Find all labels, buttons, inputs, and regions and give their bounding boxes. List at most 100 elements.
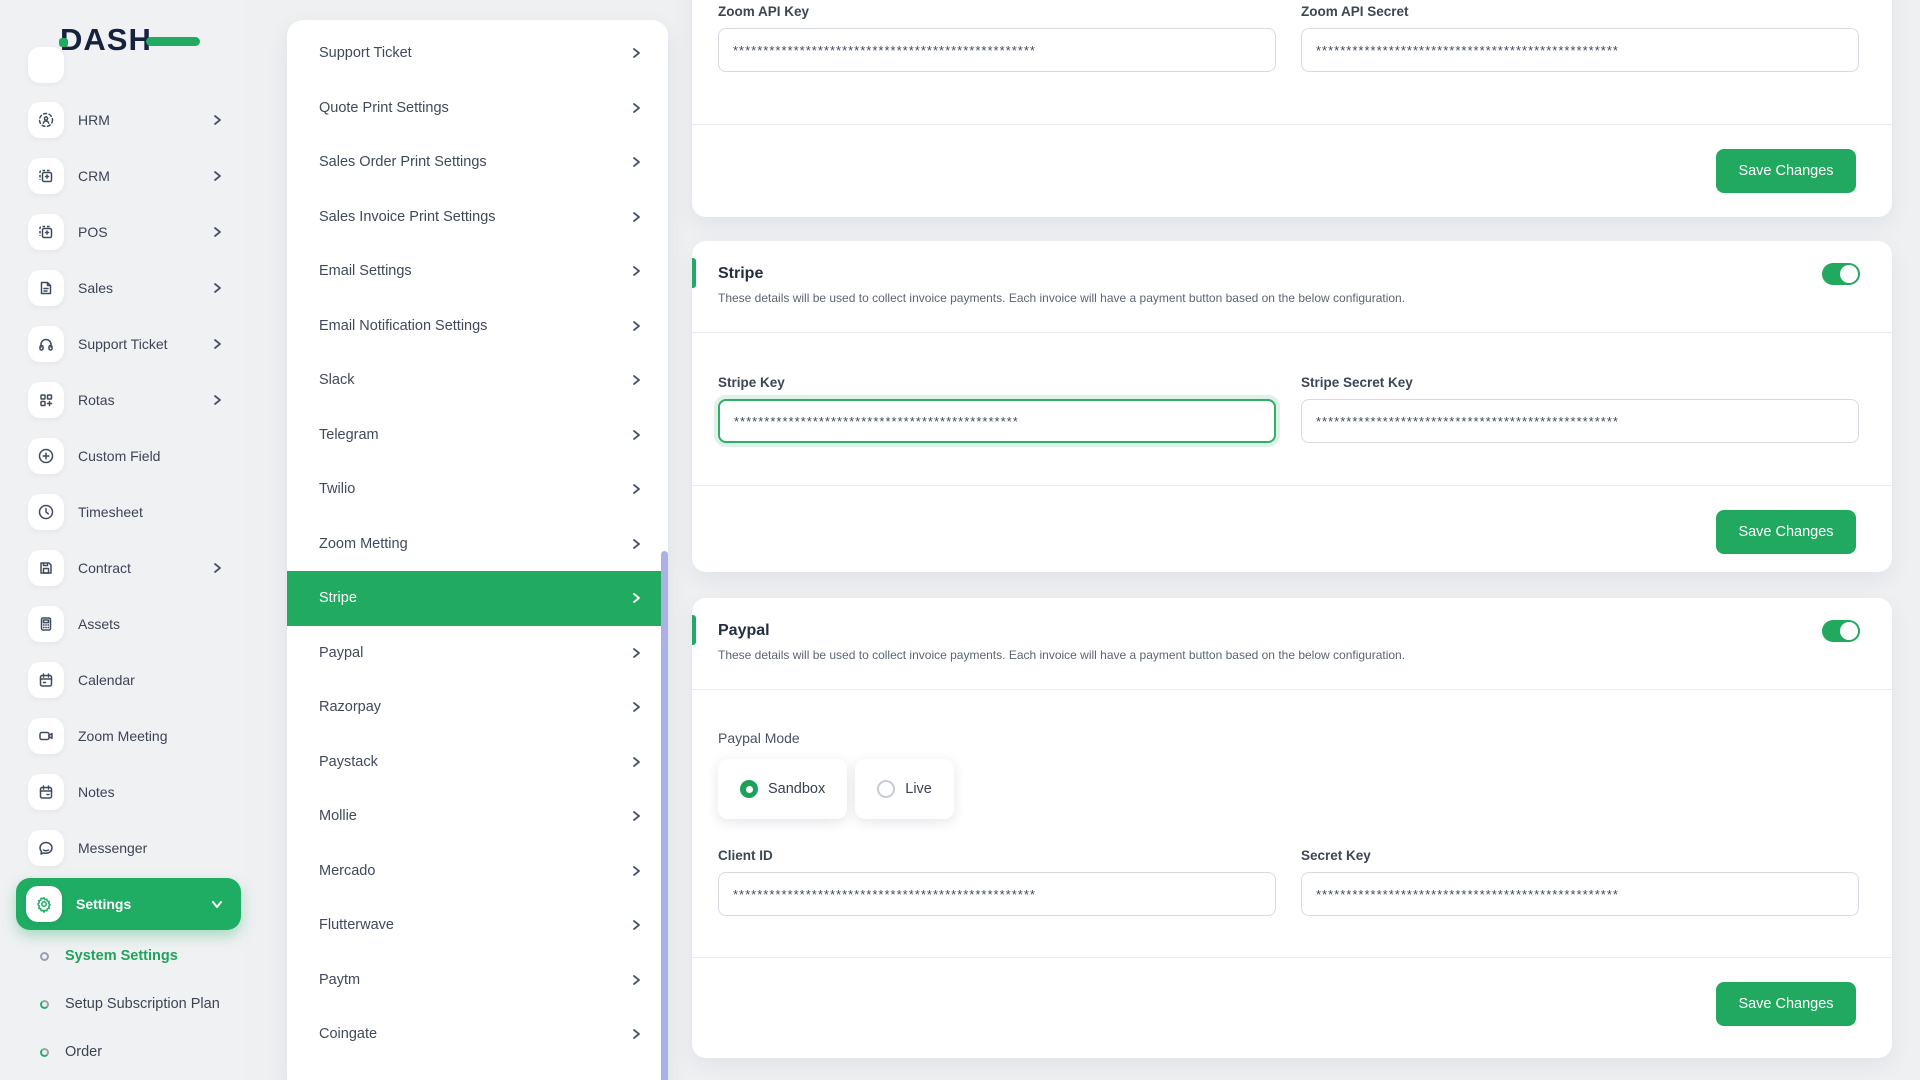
stripe-secret-key-label: Stripe Secret Key (1301, 375, 1413, 390)
chevron-right-icon (633, 157, 640, 168)
stripe-secret-key-input[interactable] (1301, 399, 1859, 443)
paypal-mode-live-option[interactable]: Live (855, 759, 954, 819)
clock-icon (28, 494, 64, 530)
stripe-key-label: Stripe Key (718, 375, 785, 390)
section-accent-bar (692, 258, 696, 288)
stripe-key-input[interactable] (718, 399, 1276, 443)
sidebar-item-support-ticket[interactable]: Support Ticket (0, 316, 245, 372)
video-camera-icon (28, 718, 64, 754)
sidebar-item-notes[interactable]: Notes (0, 764, 245, 820)
menu-item-twilio[interactable]: Twilio (287, 462, 668, 517)
chevron-right-icon (633, 647, 640, 658)
chat-bubble-icon (28, 830, 64, 866)
main-content: Zoom API Key Zoom API Secret Save Change… (692, 0, 1892, 1080)
crm-icon (28, 158, 64, 194)
sidebar-item-timesheet[interactable]: Timesheet (0, 484, 245, 540)
primary-sidebar: DASH HRM CRM POS Sales Support Ticket Ro… (0, 0, 245, 1080)
sidebar-item-crm[interactable]: CRM (0, 148, 245, 204)
grid-plus-icon (28, 382, 64, 418)
menu-item-zoom-metting[interactable]: Zoom Metting (287, 517, 668, 572)
sidebar-subitem-system-settings[interactable]: System Settings (0, 932, 245, 980)
bullet-circle-icon (40, 1047, 49, 1057)
logo-dot-icon (59, 38, 68, 47)
calendar-icon (28, 662, 64, 698)
menu-item-stripe[interactable]: Stripe (287, 571, 668, 626)
bullet-circle-icon (40, 951, 49, 961)
plus-circle-icon (28, 438, 64, 474)
menu-item-sales-order-print-settings[interactable]: Sales Order Print Settings (287, 135, 668, 190)
menu-item-support-ticket[interactable]: Support Ticket (287, 26, 668, 81)
contract-icon (28, 550, 64, 586)
client-id-input[interactable] (718, 872, 1276, 916)
menu-item-email-notification-settings[interactable]: Email Notification Settings (287, 299, 668, 354)
scrolled-item-icon-tile (28, 47, 64, 83)
sidebar-item-calendar[interactable]: Calendar (0, 652, 245, 708)
chevron-right-icon (633, 974, 640, 985)
menu-item-email-settings[interactable]: Email Settings (287, 244, 668, 299)
menu-item-telegram[interactable]: Telegram (287, 408, 668, 463)
radio-unselected-icon (877, 780, 896, 798)
menu-item-paypal[interactable]: Paypal (287, 626, 668, 681)
hrm-icon (28, 102, 64, 138)
sidebar-item-assets[interactable]: Assets (0, 596, 245, 652)
secret-key-label: Secret Key (1301, 848, 1371, 863)
toggle-knob (1840, 622, 1858, 640)
zoom-api-card: Zoom API Key Zoom API Secret Save Change… (692, 0, 1892, 217)
sidebar-item-custom-field[interactable]: Custom Field (0, 428, 245, 484)
app-window: DASH HRM CRM POS Sales Support Ticket Ro… (0, 0, 1920, 1080)
chevron-right-icon (633, 211, 640, 222)
menu-item-razorpay[interactable]: Razorpay (287, 680, 668, 735)
chevron-right-icon (633, 756, 640, 767)
sidebar-item-rotas[interactable]: Rotas (0, 372, 245, 428)
sidebar-item-zoom-meeting[interactable]: Zoom Meeting (0, 708, 245, 764)
chevron-right-icon (633, 702, 640, 713)
menu-item-skrill[interactable]: Skrill (287, 1062, 668, 1080)
menu-item-flutterwave[interactable]: Flutterwave (287, 898, 668, 953)
sidebar-item-pos[interactable]: POS (0, 204, 245, 260)
brand-logo[interactable]: DASH (59, 22, 200, 62)
save-changes-button[interactable]: Save Changes (1716, 149, 1856, 193)
secret-key-input[interactable] (1301, 872, 1859, 916)
sidebar-item-settings[interactable]: Settings (16, 878, 241, 930)
stripe-section-description: These details will be used to collect in… (718, 291, 1406, 305)
zoom-api-key-label: Zoom API Key (718, 4, 810, 19)
paypal-enabled-toggle[interactable] (1822, 620, 1860, 642)
pos-icon (28, 214, 64, 250)
paypal-mode-label: Paypal Mode (718, 730, 800, 746)
paypal-section-title: Paypal (718, 622, 770, 639)
zoom-api-secret-input[interactable] (1301, 28, 1859, 72)
save-changes-button[interactable]: Save Changes (1716, 982, 1856, 1026)
save-changes-button[interactable]: Save Changes (1716, 510, 1856, 554)
settings-menu-panel: Support Ticket Quote Print Settings Sale… (287, 20, 668, 1080)
chevron-right-icon (633, 593, 640, 604)
menu-item-slack[interactable]: Slack (287, 353, 668, 408)
settings-subnav: System Settings Setup Subscription Plan … (0, 932, 245, 1076)
menu-item-mollie[interactable]: Mollie (287, 789, 668, 844)
sidebar-subitem-setup-subscription-plan[interactable]: Setup Subscription Plan (0, 980, 245, 1028)
chevron-down-icon (212, 901, 222, 908)
stripe-enabled-toggle[interactable] (1822, 263, 1860, 285)
headset-icon (28, 326, 64, 362)
chevron-right-icon (633, 48, 640, 59)
menu-item-quote-print-settings[interactable]: Quote Print Settings (287, 81, 668, 136)
sidebar-nav: HRM CRM POS Sales Support Ticket Rotas C… (0, 92, 245, 876)
zoom-api-key-input[interactable] (718, 28, 1276, 72)
brand-logo-text: DASH (60, 22, 152, 57)
sidebar-item-messenger[interactable]: Messenger (0, 820, 245, 876)
paypal-mode-sandbox-option[interactable]: Sandbox (718, 759, 848, 819)
sidebar-item-hrm[interactable]: HRM (0, 92, 245, 148)
sidebar-item-contract[interactable]: Contract (0, 540, 245, 596)
menu-item-coingate[interactable]: Coingate (287, 1007, 668, 1062)
chevron-right-icon (214, 115, 221, 125)
menu-item-mercado[interactable]: Mercado (287, 844, 668, 899)
menu-scrollbar[interactable] (661, 551, 668, 1080)
sidebar-subitem-order[interactable]: Order (0, 1028, 245, 1076)
menu-item-paystack[interactable]: Paystack (287, 735, 668, 790)
sales-icon (28, 270, 64, 306)
logo-dash-icon (146, 37, 200, 46)
chevron-right-icon (633, 811, 640, 822)
menu-item-paytm[interactable]: Paytm (287, 953, 668, 1008)
menu-item-sales-invoice-print-settings[interactable]: Sales Invoice Print Settings (287, 190, 668, 245)
chevron-right-icon (633, 266, 640, 277)
sidebar-item-sales[interactable]: Sales (0, 260, 245, 316)
